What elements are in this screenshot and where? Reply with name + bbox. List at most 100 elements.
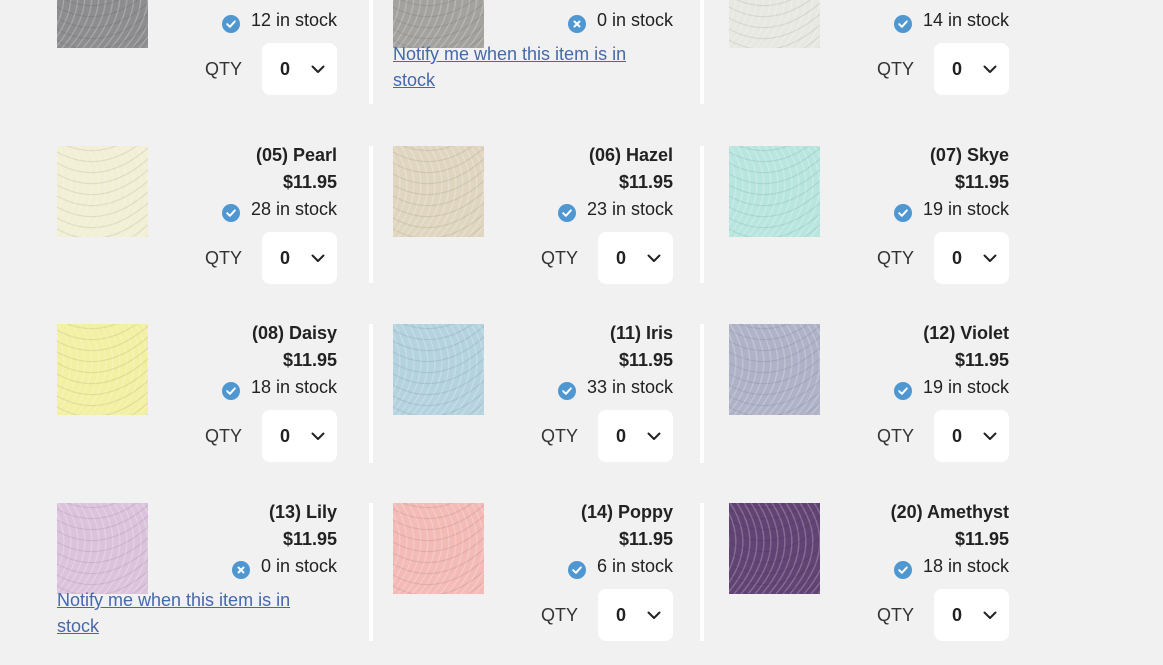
quantity-dropdown[interactable]: 0 xyxy=(262,410,337,462)
chevron-down-icon xyxy=(983,611,997,619)
stock-count: 28 in stock xyxy=(250,199,337,219)
quantity-dropdown[interactable]: 0 xyxy=(934,589,1009,641)
stock-status: 18 in stock xyxy=(221,374,337,401)
product-info: (06) Hazel $11.95 23 in stock xyxy=(557,142,673,223)
product-card: (05) Pearl $11.95 28 in stock QTY 0 xyxy=(57,145,337,296)
chevron-down-icon xyxy=(311,432,325,440)
yarn-swatch-image[interactable] xyxy=(729,0,820,48)
quantity-dropdown[interactable]: 0 xyxy=(934,232,1009,284)
check-circle-icon xyxy=(221,14,240,33)
product-name[interactable]: (13) Lily xyxy=(232,499,337,526)
column-divider xyxy=(369,324,373,463)
qty-label: QTY xyxy=(876,425,914,446)
product-info: (07) Skye $11.95 19 in stock xyxy=(893,142,1009,223)
chevron-down-icon xyxy=(983,432,997,440)
qty-label: QTY xyxy=(540,604,578,625)
column-divider xyxy=(369,146,373,283)
yarn-swatch-image[interactable] xyxy=(393,503,484,594)
qty-label: QTY xyxy=(876,58,914,79)
quantity-value: 0 xyxy=(616,604,627,625)
yarn-swatch-image[interactable] xyxy=(57,0,148,48)
quantity-value: 0 xyxy=(280,58,291,79)
stock-status: 19 in stock xyxy=(893,374,1009,401)
check-circle-icon xyxy=(557,203,576,222)
product-card: (13) Lily $11.95 0 in stock Notify me whe… xyxy=(57,502,337,653)
quantity-value: 0 xyxy=(280,247,291,268)
chevron-down-icon xyxy=(647,432,661,440)
check-circle-icon xyxy=(557,381,576,400)
product-name[interactable]: (05) Pearl xyxy=(222,142,337,169)
product-name[interactable]: (06) Hazel xyxy=(558,142,673,169)
column-divider xyxy=(369,0,373,104)
yarn-swatch-image[interactable] xyxy=(393,324,484,415)
quantity-dropdown[interactable]: 0 xyxy=(934,410,1009,462)
product-name[interactable]: (08) Daisy xyxy=(222,320,337,347)
stock-count: 14 in stock xyxy=(922,10,1009,30)
check-circle-icon xyxy=(893,203,912,222)
quantity-value: 0 xyxy=(952,247,963,268)
stock-status: 28 in stock xyxy=(221,196,337,223)
qty-row: QTY 0 xyxy=(541,410,673,462)
quantity-dropdown[interactable]: 0 xyxy=(934,43,1009,95)
check-circle-icon xyxy=(221,381,240,400)
stock-count: 6 in stock xyxy=(596,556,673,576)
stock-status: 0 in stock xyxy=(231,553,337,580)
product-card: (07) Skye $11.95 19 in stock QTY 0 xyxy=(729,145,1009,296)
quantity-value: 0 xyxy=(952,58,963,79)
column-divider xyxy=(700,503,704,641)
yarn-swatch-image[interactable] xyxy=(729,146,820,237)
yarn-swatch-image[interactable] xyxy=(57,324,148,415)
chevron-down-icon xyxy=(647,254,661,262)
qty-row: QTY 0 xyxy=(541,589,673,641)
quantity-dropdown[interactable]: 0 xyxy=(262,43,337,95)
qty-row: QTY 0 xyxy=(541,232,673,284)
x-circle-icon xyxy=(231,560,250,579)
qty-row: QTY 0 xyxy=(877,410,1009,462)
quantity-dropdown[interactable]: 0 xyxy=(598,410,673,462)
notify-when-in-stock-link[interactable]: Notify me when this item is in stock xyxy=(393,41,663,93)
stock-count: 19 in stock xyxy=(922,199,1009,219)
quantity-dropdown[interactable]: 0 xyxy=(262,232,337,284)
product-info: (20) Amethyst $11.95 18 in stock xyxy=(891,499,1009,580)
column-divider xyxy=(700,0,704,104)
stock-status: 19 in stock xyxy=(893,196,1009,223)
yarn-swatch-image[interactable] xyxy=(57,503,148,594)
notify-when-in-stock-link[interactable]: Notify me when this item is in stock xyxy=(57,587,327,639)
stock-status: 33 in stock xyxy=(557,374,673,401)
quantity-dropdown[interactable]: 0 xyxy=(598,589,673,641)
product-card: (08) Daisy $11.95 18 in stock QTY 0 xyxy=(57,323,337,474)
qty-row: QTY 0 xyxy=(205,410,337,462)
stock-count: 0 in stock xyxy=(596,10,673,30)
yarn-swatch-image[interactable] xyxy=(57,146,148,237)
product-info: (11) Iris $11.95 33 in stock xyxy=(557,320,673,401)
quantity-value: 0 xyxy=(952,425,963,446)
stock-count: 19 in stock xyxy=(922,377,1009,397)
stock-status: 18 in stock xyxy=(891,553,1009,580)
product-name[interactable]: (12) Violet xyxy=(894,320,1009,347)
quantity-dropdown[interactable]: 0 xyxy=(598,232,673,284)
product-name[interactable]: (14) Poppy xyxy=(568,499,673,526)
qty-row: QTY 0 xyxy=(877,43,1009,95)
stock-status: 0 in stock xyxy=(567,7,673,34)
stock-status: 6 in stock xyxy=(567,553,673,580)
product-price: $11.95 xyxy=(618,350,673,370)
qty-label: QTY xyxy=(204,58,242,79)
chevron-down-icon xyxy=(983,65,997,73)
column-divider xyxy=(700,324,704,463)
yarn-swatch-image[interactable] xyxy=(729,324,820,415)
check-circle-icon xyxy=(893,560,912,579)
product-card: 12 in stock QTY 0 xyxy=(57,0,337,107)
product-name[interactable]: (07) Skye xyxy=(894,142,1009,169)
yarn-swatch-image[interactable] xyxy=(393,146,484,237)
product-info: 12 in stock xyxy=(221,7,337,34)
product-name[interactable]: (11) Iris xyxy=(558,320,673,347)
chevron-down-icon xyxy=(311,65,325,73)
check-circle-icon xyxy=(893,14,912,33)
product-name[interactable]: (20) Amethyst xyxy=(891,499,1009,526)
check-circle-icon xyxy=(893,381,912,400)
product-card: 0 in stock Notify me when this item is i… xyxy=(393,0,673,107)
stock-count: 18 in stock xyxy=(250,377,337,397)
qty-label: QTY xyxy=(540,247,578,268)
yarn-swatch-image[interactable] xyxy=(729,503,820,594)
product-price: $11.95 xyxy=(954,529,1009,549)
